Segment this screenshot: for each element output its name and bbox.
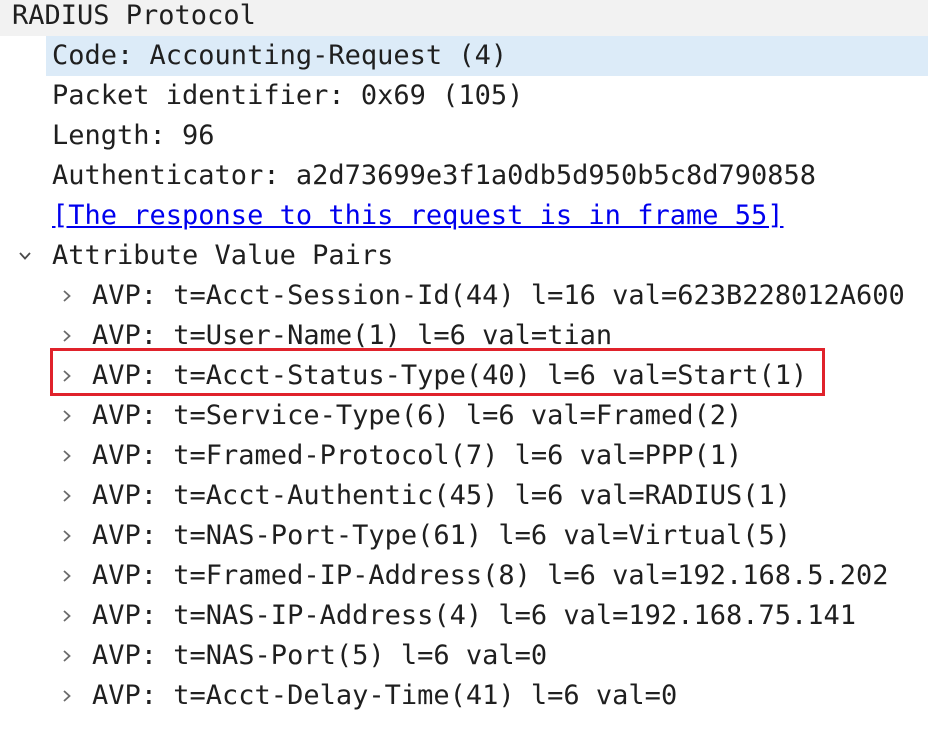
avp-label: AVP: t=NAS-Port-Type(61) l=6 val=Virtual…	[92, 520, 791, 551]
chevron-right-icon[interactable]	[60, 489, 74, 503]
radius-protocol-label: RADIUS Protocol	[12, 0, 256, 31]
avp-label: AVP: t=NAS-IP-Address(4) l=6 val=192.168…	[92, 600, 857, 631]
avp-label: AVP: t=User-Name(1) l=6 val=tian	[92, 320, 613, 351]
radius-protocol-node[interactable]: RADIUS Protocol	[0, 0, 928, 36]
avp-label: AVP: t=Acct-Status-Type(40) l=6 val=Star…	[92, 360, 808, 391]
avp-label: AVP: t=Acct-Session-Id(44) l=16 val=623B…	[92, 280, 905, 311]
chevron-right-icon[interactable]	[60, 409, 74, 423]
avp-group-label: Attribute Value Pairs	[52, 240, 394, 271]
chevron-right-icon[interactable]	[60, 329, 74, 343]
authenticator-label: Authenticator: a2d73699e3f1a0db5d950b5c8…	[52, 160, 817, 191]
avp-label: AVP: t=Acct-Authentic(45) l=6 val=RADIUS…	[92, 480, 791, 511]
chevron-right-icon[interactable]	[60, 569, 74, 583]
chevron-right-icon[interactable]	[60, 449, 74, 463]
chevron-right-icon[interactable]	[60, 649, 74, 663]
chevron-right-icon[interactable]	[60, 289, 74, 303]
length-label: Length: 96	[52, 120, 215, 151]
code-field[interactable]: Code: Accounting-Request (4)	[46, 36, 928, 76]
code-field-label: Code: Accounting-Request (4)	[52, 40, 508, 71]
chevron-right-icon[interactable]	[60, 369, 74, 383]
chevron-right-icon[interactable]	[60, 529, 74, 543]
chevron-down-icon[interactable]	[18, 249, 32, 263]
packet-identifier-label: Packet identifier: 0x69 (105)	[52, 80, 524, 111]
avp-label: AVP: t=NAS-Port(5) l=6 val=0	[92, 640, 548, 671]
response-frame-link[interactable]: [The response to this request is in fram…	[52, 196, 784, 236]
avp-label: AVP: t=Service-Type(6) l=6 val=Framed(2)	[92, 400, 743, 431]
avp-label: AVP: t=Framed-Protocol(7) l=6 val=PPP(1)	[92, 440, 743, 471]
chevron-right-icon[interactable]	[60, 689, 74, 703]
chevron-right-icon[interactable]	[60, 609, 74, 623]
packet-details-tree: RADIUS Protocol Code: Accounting-Request…	[0, 0, 928, 737]
avp-label: AVP: t=Acct-Delay-Time(41) l=6 val=0	[92, 680, 678, 711]
avp-label: AVP: t=Framed-IP-Address(8) l=6 val=192.…	[92, 560, 889, 591]
